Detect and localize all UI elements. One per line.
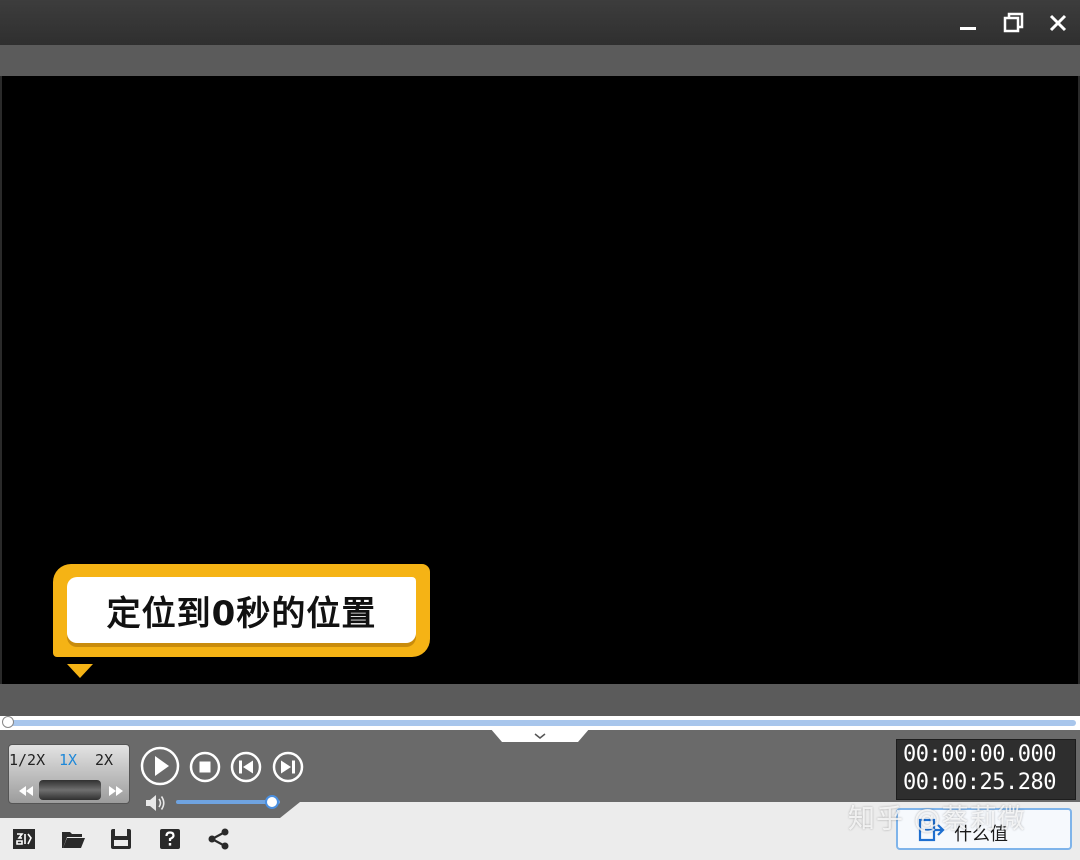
bottom-strip <box>0 684 1080 716</box>
hint-callout: 定位到0秒的位置 <box>53 564 430 678</box>
collapse-tab[interactable] <box>490 728 590 744</box>
minimize-icon[interactable] <box>953 8 983 38</box>
total-duration: 00:00:25.280 <box>903 770 1056 795</box>
seek-handle[interactable] <box>2 716 14 728</box>
speed-half[interactable]: 1/2X <box>9 751 45 769</box>
next-frame-icon[interactable] <box>272 751 304 783</box>
title-bar <box>0 0 1080 45</box>
previous-frame-icon[interactable] <box>230 751 262 783</box>
restore-icon[interactable] <box>999 8 1029 38</box>
close-icon[interactable] <box>1043 8 1073 38</box>
speed-control[interactable]: 1/2X 1X 2X <box>8 744 130 804</box>
seek-track[interactable] <box>6 720 1076 726</box>
top-strip <box>0 45 1080 76</box>
hint-callout-text: 定位到0秒的位置 <box>106 593 377 634</box>
volume-handle[interactable] <box>264 795 279 809</box>
speed-slider-thumb[interactable] <box>39 780 101 800</box>
open-folder-icon[interactable] <box>60 826 86 852</box>
save-icon[interactable] <box>108 826 134 852</box>
fast-forward-icon[interactable] <box>105 783 127 799</box>
clip-info-icon[interactable] <box>11 826 37 852</box>
share-icon[interactable] <box>206 826 232 852</box>
hint-callout-body: 定位到0秒的位置 <box>67 577 416 643</box>
speed-normal[interactable]: 1X <box>59 751 77 769</box>
watermark: 知乎 @蔡莉微 <box>848 804 1026 835</box>
play-icon[interactable] <box>140 746 180 786</box>
rewind-icon[interactable] <box>15 783 37 799</box>
stop-icon[interactable] <box>189 751 221 783</box>
speed-double[interactable]: 2X <box>95 751 113 769</box>
hint-callout-pointer <box>67 664 93 678</box>
help-icon[interactable] <box>157 826 183 852</box>
volume-icon[interactable] <box>144 793 168 813</box>
current-time: 00:00:00.000 <box>903 742 1056 767</box>
timecode-display: 00:00:00.000 00:00:25.280 <box>896 739 1076 800</box>
